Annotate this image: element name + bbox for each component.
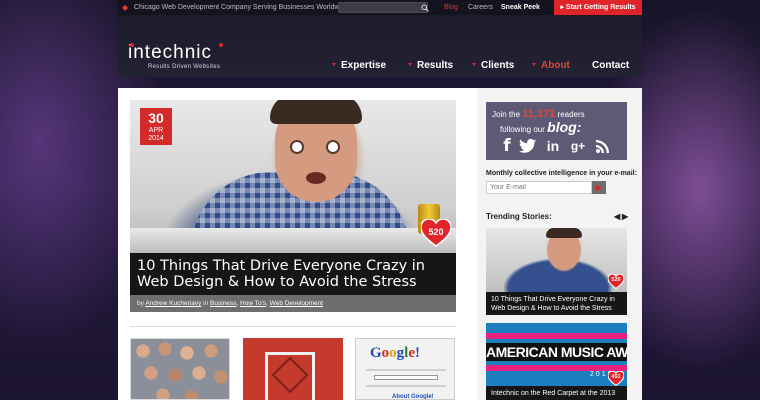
join-line2-prefix: following our (500, 125, 545, 134)
nav-label: Clients (481, 60, 515, 71)
text-line (366, 385, 446, 387)
main-content: 30 APR 2014 520 10 Things That Drive Eve… (118, 88, 642, 400)
trending-heading: Trending Stories: (486, 212, 552, 221)
logo-dot-icon (219, 43, 223, 47)
post-thumbnail-google[interactable]: Google! About Google! (355, 338, 455, 400)
search-input[interactable] (338, 2, 428, 13)
trending-story-image: AMERICAN MUSIC AWARDS 2013 (486, 323, 627, 386)
nav-expertise[interactable]: Expertise (332, 59, 386, 73)
search-icon[interactable] (420, 2, 430, 13)
like-count: 520 (611, 277, 621, 283)
post-date-day: 30 (148, 110, 164, 126)
email-field[interactable] (486, 181, 592, 194)
nav-label: Expertise (341, 60, 387, 71)
text-line (366, 369, 446, 371)
nav-contact[interactable]: Contact (592, 59, 629, 73)
photo-hair (270, 100, 362, 124)
meta-in-label: in (203, 300, 209, 307)
photo-hair (546, 228, 582, 238)
nav-clients[interactable]: Clients (472, 59, 514, 73)
site-header: intechnic Results Driven Websites Expert… (118, 15, 642, 77)
rss-icon[interactable] (594, 137, 612, 155)
caret-down-icon (532, 62, 536, 66)
logo-letter: ! (415, 345, 421, 361)
category-link[interactable]: How To's (240, 300, 266, 307)
photo-keyboard (130, 228, 456, 253)
join-line-2: following our blog: (500, 119, 581, 135)
post-meta: by Andrew Kucheriavy in Business, How To… (130, 295, 456, 312)
category-link[interactable]: Web Development (270, 300, 323, 307)
trending-story[interactable]: AMERICAN MUSIC AWARDS 2013 451 Intechnic… (486, 323, 627, 400)
start-getting-results-button[interactable]: ▸ Start Getting Results (554, 0, 642, 15)
photo-eye (326, 140, 340, 154)
author-link[interactable]: Andrew Kucheriavy (145, 300, 201, 307)
join-prefix: Join the (492, 110, 521, 119)
featured-post-title[interactable]: 10 Things That Drive Everyone Crazy in W… (137, 258, 437, 290)
arrow-right-icon: ▶ (595, 183, 603, 192)
nav-results[interactable]: Results (408, 59, 453, 73)
nav-label: Results (417, 60, 454, 71)
join-suffix: readers (557, 110, 585, 119)
nav-about[interactable]: About (532, 59, 570, 73)
logo-tagline: Results Driven Websites (148, 64, 221, 70)
chevron-right-icon[interactable]: ▶ (622, 212, 628, 221)
trending-story-title: Intechnic on the Red Carpet at the 2013 (491, 390, 616, 397)
top-utility-bar: ◆ Chicago Web Development Company Servin… (118, 0, 642, 15)
featured-title-bar: 10 Things That Drive Everyone Crazy in W… (130, 253, 456, 295)
post-date-year: 2014 (148, 135, 164, 142)
search-box-shape (374, 375, 438, 380)
logo[interactable]: intechnic (128, 42, 223, 63)
post-date-month: APR (148, 127, 164, 134)
photo-mouth (306, 172, 326, 184)
featured-post[interactable]: 30 APR 2014 520 10 Things That Drive Eve… (130, 100, 456, 312)
company-tagline: Chicago Web Development Company Serving … (134, 4, 349, 11)
post-thumbnail-red[interactable] (243, 338, 343, 400)
logo-letter: G (370, 345, 382, 361)
category-link[interactable]: Business (210, 300, 236, 307)
blog-subscribe-box: Join the 11,371 readers following our bl… (486, 102, 627, 160)
blog-link[interactable]: Blog (444, 2, 458, 13)
nav-label: About (541, 60, 570, 71)
sneak-peek-link[interactable]: Sneak Peek (501, 2, 540, 13)
facebook-icon[interactable]: f (498, 137, 516, 155)
trending-story[interactable]: 520 10 Things That Drive Everyone Crazy … (486, 228, 627, 315)
join-line2-word: blog: (547, 119, 582, 135)
post-thumbnail-faces[interactable] (130, 338, 230, 400)
trending-story-image (486, 228, 627, 292)
photo-eye (290, 140, 304, 154)
twitter-icon[interactable] (519, 137, 537, 155)
newsletter-label: Monthly collective intelligence in your … (486, 170, 637, 177)
like-count: 451 (611, 374, 621, 380)
about-google-link: About Google! (392, 394, 434, 400)
cta-label: Start Getting Results (565, 4, 636, 11)
meta-by-label: by (137, 300, 144, 307)
logo-letter: o (389, 345, 397, 361)
trending-story-title: 10 Things That Drive Everyone Crazy in W… (491, 296, 615, 312)
like-count: 520 (428, 227, 444, 237)
like-heart-badge[interactable]: 520 (421, 219, 451, 247)
featured-post-image[interactable] (130, 100, 456, 253)
flame-icon: ◆ (122, 3, 129, 12)
linkedin-icon[interactable]: in (544, 137, 562, 155)
like-heart-badge: 451 (607, 370, 625, 387)
logo-dot-icon (130, 43, 134, 47)
google-plus-icon[interactable]: g+ (569, 137, 587, 155)
post-date-badge: 30 APR 2014 (140, 108, 172, 145)
divider (130, 326, 456, 327)
caret-down-icon (332, 62, 336, 66)
logo-wordmark: intechnic (128, 42, 212, 63)
google-logo: Google! (370, 345, 420, 362)
ama-banner-text: AMERICAN MUSIC AWARDS (486, 343, 627, 361)
caret-down-icon (472, 62, 476, 66)
careers-link[interactable]: Careers (468, 2, 493, 13)
stripe-shape (486, 333, 627, 339)
caret-down-icon (408, 62, 412, 66)
chevron-left-icon[interactable]: ◀ (614, 212, 620, 221)
like-heart-badge: 520 (607, 273, 625, 290)
subscribe-button[interactable]: ▶ (592, 181, 606, 194)
logo-letter: e (408, 345, 416, 361)
